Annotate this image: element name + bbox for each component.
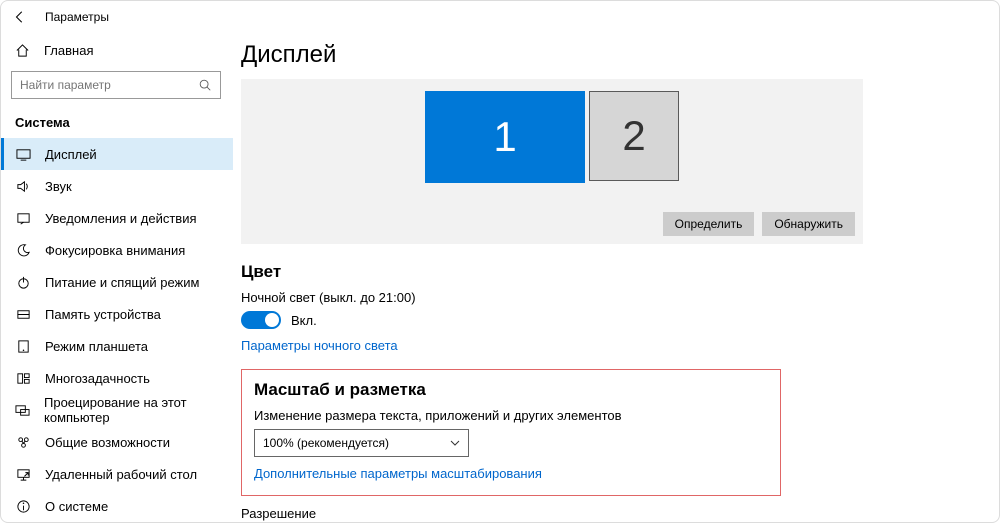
sidebar: Главная Система Дисплей Звук (1, 33, 233, 522)
multitask-icon (15, 370, 31, 386)
sidebar-item-project[interactable]: Проецирование на этот компьютер (1, 394, 233, 426)
monitor-1[interactable]: 1 (425, 91, 585, 183)
search-icon (198, 78, 212, 92)
sidebar-item-label: Питание и спящий режим (45, 275, 199, 290)
content-area: Дисплей 1 2 Определить Обнаружить Цвет Н… (233, 33, 999, 522)
title-bar: Параметры (1, 1, 999, 33)
toggle-state: Вкл. (291, 313, 317, 328)
chevron-down-icon (450, 440, 460, 446)
project-icon (15, 402, 30, 418)
search-field[interactable] (20, 78, 180, 92)
section-scale-heading: Масштаб и разметка (254, 380, 768, 400)
sidebar-group: Система (1, 111, 233, 136)
night-light-label: Ночной свет (выкл. до 21:00) (241, 290, 967, 305)
detect-button[interactable]: Обнаружить (762, 212, 855, 236)
sidebar-home[interactable]: Главная (1, 37, 233, 63)
sidebar-item-display[interactable]: Дисплей (1, 138, 233, 170)
sidebar-item-label: Проецирование на этот компьютер (44, 395, 219, 425)
page-title: Дисплей (241, 41, 967, 69)
sidebar-home-label: Главная (44, 43, 93, 58)
sidebar-item-label: Фокусировка внимания (45, 243, 185, 258)
sidebar-item-sound[interactable]: Звук (1, 170, 233, 202)
sidebar-item-storage[interactable]: Память устройства (1, 298, 233, 330)
shared-icon (15, 434, 31, 450)
scale-desc: Изменение размера текста, приложений и д… (254, 408, 768, 423)
sidebar-item-tablet[interactable]: Режим планшета (1, 330, 233, 362)
sidebar-item-label: Удаленный рабочий стол (45, 467, 197, 482)
sidebar-item-label: О системе (45, 499, 108, 514)
remote-icon (15, 466, 31, 482)
sidebar-item-remote[interactable]: Удаленный рабочий стол (1, 458, 233, 490)
search-input[interactable] (11, 71, 221, 99)
scale-value: 100% (рекомендуется) (263, 436, 389, 450)
identify-button[interactable]: Определить (663, 212, 755, 236)
notifications-icon (15, 210, 31, 226)
sidebar-item-label: Многозадачность (45, 371, 150, 386)
focus-icon (15, 242, 31, 258)
window-title: Параметры (45, 10, 109, 24)
sidebar-item-label: Звук (45, 179, 72, 194)
advanced-scale-link[interactable]: Дополнительные параметры масштабирования (254, 466, 542, 481)
resolution-label: Разрешение (241, 506, 967, 521)
monitor-2[interactable]: 2 (589, 91, 679, 181)
sidebar-item-label: Общие возможности (45, 435, 170, 450)
sidebar-item-label: Режим планшета (45, 339, 148, 354)
sidebar-item-shared[interactable]: Общие возможности (1, 426, 233, 458)
scale-section-highlight: Масштаб и разметка Изменение размера тек… (241, 369, 781, 496)
section-color-heading: Цвет (241, 262, 967, 282)
night-light-settings-link[interactable]: Параметры ночного света (241, 338, 398, 353)
sidebar-item-label: Уведомления и действия (45, 211, 197, 226)
storage-icon (15, 306, 31, 322)
tablet-icon (15, 338, 31, 354)
night-light-toggle[interactable] (241, 311, 281, 329)
monitor-arrangement[interactable]: 1 2 Определить Обнаружить (241, 79, 863, 244)
sidebar-item-focus[interactable]: Фокусировка внимания (1, 234, 233, 266)
sidebar-item-label: Память устройства (45, 307, 161, 322)
back-icon[interactable] (11, 8, 29, 26)
display-icon (15, 146, 31, 162)
sidebar-item-multitask[interactable]: Многозадачность (1, 362, 233, 394)
power-icon (15, 274, 31, 290)
sidebar-item-notifications[interactable]: Уведомления и действия (1, 202, 233, 234)
info-icon (15, 498, 31, 514)
sidebar-item-power[interactable]: Питание и спящий режим (1, 266, 233, 298)
home-icon (15, 43, 30, 58)
sidebar-item-label: Дисплей (45, 147, 97, 162)
sidebar-item-about[interactable]: О системе (1, 490, 233, 522)
sound-icon (15, 178, 31, 194)
scale-dropdown[interactable]: 100% (рекомендуется) (254, 429, 469, 457)
